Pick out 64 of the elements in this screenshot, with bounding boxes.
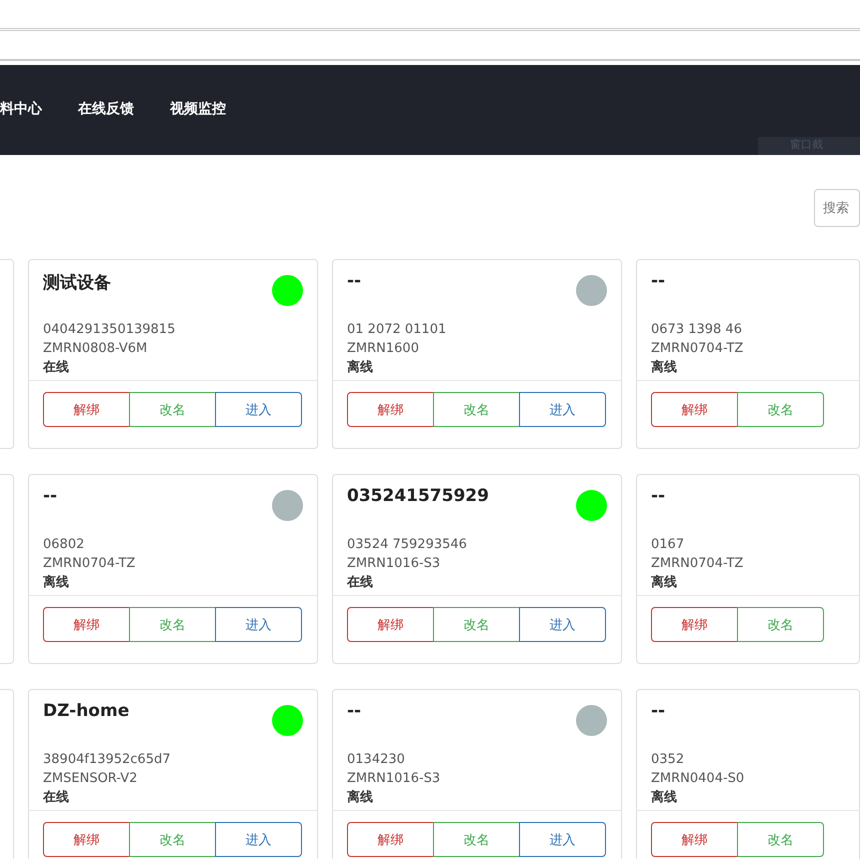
device-status: 离线 xyxy=(347,788,374,807)
device-name: -- xyxy=(651,485,666,506)
device-serial: 03524 759293546 xyxy=(347,536,468,554)
enter-button[interactable]: 进入 xyxy=(215,822,302,857)
device-status: 离线 xyxy=(43,574,70,592)
rename-button[interactable]: 改名 xyxy=(737,392,824,427)
device-model: ZMRN1016-S3 xyxy=(347,555,442,573)
device-status: 离线 xyxy=(651,574,678,592)
unbind-button[interactable]: 解绑 xyxy=(43,607,130,642)
nav-link[interactable]: 视频监控 xyxy=(170,100,226,118)
rename-button[interactable]: 改名 xyxy=(433,392,520,427)
device-serial: 0134230 xyxy=(347,751,406,769)
unbind-button[interactable]: 解绑 xyxy=(651,392,738,427)
enter-button[interactable]: 进入 xyxy=(519,822,606,857)
enter-button[interactable]: 进入 xyxy=(215,392,302,427)
device-model: ZMRN0808-V6M xyxy=(43,340,148,358)
rename-button[interactable]: 改名 xyxy=(433,607,520,642)
device-name: -- xyxy=(347,700,362,721)
device-model: ZMRN0704-TZ xyxy=(651,340,744,358)
device-name: 035241575929 xyxy=(347,485,489,506)
rename-button[interactable]: 改名 xyxy=(129,822,216,857)
enter-button[interactable]: 进入 xyxy=(215,607,302,642)
nav-link[interactable]: 在线反馈 xyxy=(78,100,134,118)
device-status: 离线 xyxy=(651,788,678,807)
rename-button[interactable]: 改名 xyxy=(129,392,216,427)
device-model: ZMSENSOR-V2 xyxy=(43,770,138,788)
device-name: DZ-home xyxy=(43,700,130,721)
unbind-button[interactable]: 解绑 xyxy=(651,822,738,857)
unbind-button[interactable]: 解绑 xyxy=(43,822,130,857)
device-model: ZMRN0704-TZ xyxy=(43,555,136,573)
device-serial: 01 2072 01101 xyxy=(347,321,448,339)
device-name: 测试设备 xyxy=(43,272,111,294)
device-status: 在线 xyxy=(43,359,70,377)
device-model: ZMRN0704-TZ xyxy=(651,555,744,573)
search-field[interactable]: 搜索 xyxy=(814,189,860,227)
device-name: -- xyxy=(347,270,362,291)
unbind-button[interactable]: 解绑 xyxy=(651,607,738,642)
enter-button[interactable]: 进入 xyxy=(519,607,606,642)
rename-button[interactable]: 改名 xyxy=(433,822,520,857)
device-model: ZMRN1600 xyxy=(347,340,420,358)
unbind-button[interactable]: 解绑 xyxy=(43,392,130,427)
device-serial: 0352 xyxy=(651,751,686,769)
device-name: -- xyxy=(651,700,666,721)
device-model: ZMRN0404-S0 xyxy=(651,770,746,788)
rename-button[interactable]: 改名 xyxy=(129,607,216,642)
enter-button[interactable]: 进入 xyxy=(519,392,606,427)
unbind-button[interactable]: 解绑 xyxy=(347,822,434,857)
rename-button[interactable]: 改名 xyxy=(737,607,824,642)
device-status: 在线 xyxy=(347,574,374,592)
device-serial: 0404291350139815 xyxy=(43,321,176,339)
device-serial: 06802 xyxy=(43,536,86,554)
device-serial: 0673 1398 46 xyxy=(651,321,743,339)
nav-link[interactable]: 料中心 xyxy=(0,100,42,118)
device-status: 离线 xyxy=(651,358,678,377)
unbind-button[interactable]: 解绑 xyxy=(347,607,434,642)
device-serial: 0167 xyxy=(651,536,686,554)
rename-button[interactable]: 改名 xyxy=(737,822,824,857)
unbind-button[interactable]: 解绑 xyxy=(347,392,434,427)
device-name: -- xyxy=(651,270,666,291)
device-model: ZMRN1016-S3 xyxy=(347,770,442,788)
device-status: 离线 xyxy=(347,358,374,377)
device-serial: 38904f13952c65d7 xyxy=(43,751,172,769)
device-status: 在线 xyxy=(43,789,70,807)
device-name: -- xyxy=(43,485,58,506)
